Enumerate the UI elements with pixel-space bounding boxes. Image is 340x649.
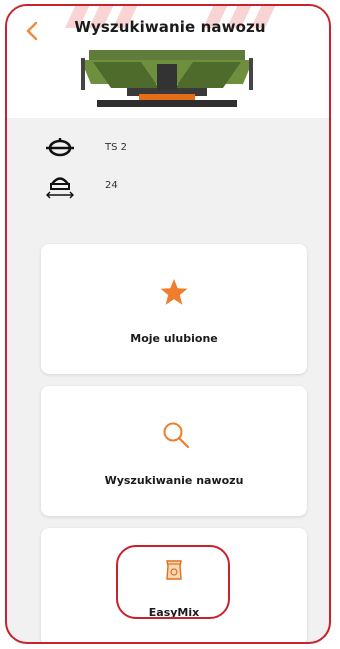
header: Wyszukiwanie nawozu	[7, 6, 329, 118]
favorites-card[interactable]: Moje ulubione	[41, 244, 307, 374]
working-width-row: 24	[37, 172, 317, 202]
spreading-disc-icon	[46, 138, 74, 157]
spreader-image	[81, 50, 253, 107]
working-width-icon	[46, 177, 74, 199]
star-icon	[160, 279, 188, 305]
search-icon	[163, 422, 190, 449]
app-frame: Wyszukiwanie nawozu TS 2 24 Moje ulubion…	[5, 4, 331, 644]
page-title: Wyszukiwanie nawozu	[74, 18, 266, 36]
favorites-label: Moje ulubione	[130, 332, 218, 345]
easymix-label: EasyMix	[148, 606, 200, 619]
disc-type-value: TS 2	[105, 142, 127, 153]
chevron-left-icon	[26, 21, 38, 41]
fertilizer-search-card[interactable]: Wyszukiwanie nawozu	[41, 386, 307, 516]
disc-type-row: TS 2	[37, 134, 317, 164]
fertilizer-search-label: Wyszukiwanie nawozu	[104, 474, 244, 487]
easymix-card[interactable]: EasyMix	[41, 528, 307, 642]
working-width-value: 24	[105, 180, 118, 191]
fertilizer-bag-icon	[166, 560, 182, 580]
back-button[interactable]	[25, 20, 47, 46]
